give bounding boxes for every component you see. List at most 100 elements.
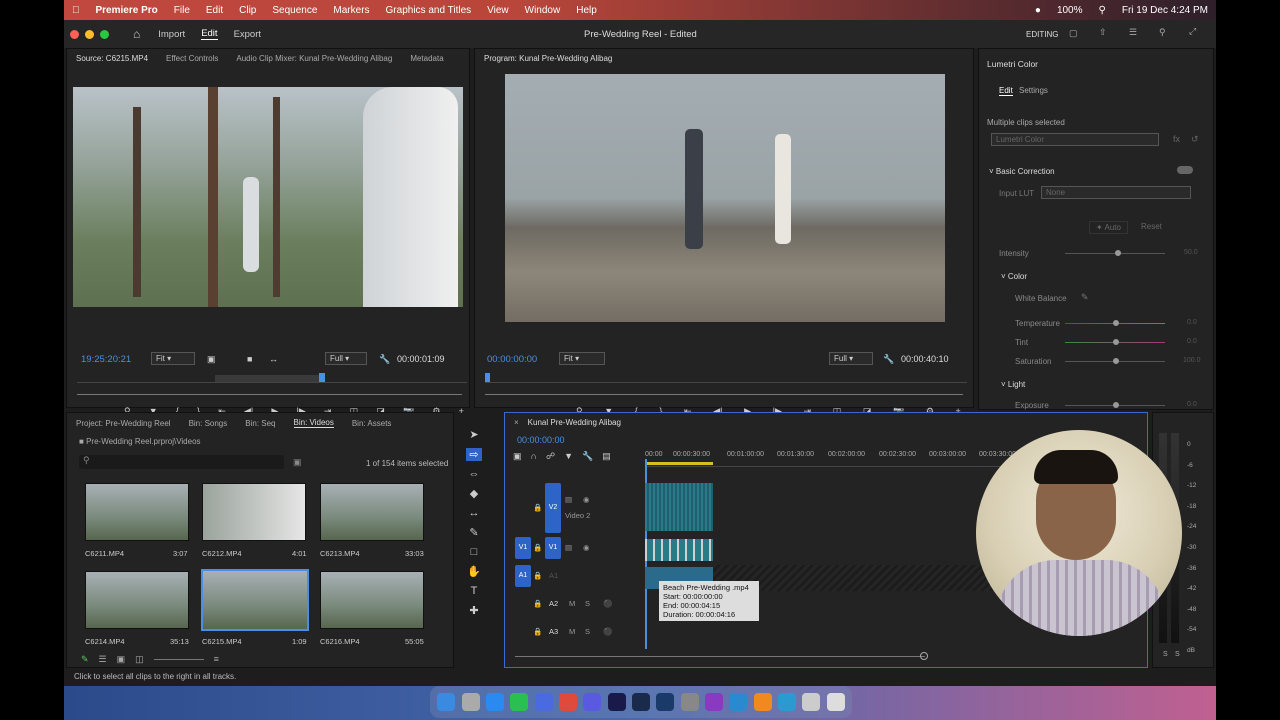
program-fit-dropdown[interactable]: Fit ▾	[559, 352, 605, 365]
tab-program[interactable]: Program: Kunal Pre-Wedding Alibag	[484, 54, 612, 63]
exposure-slider[interactable]	[1065, 402, 1165, 408]
clip-thumbnail[interactable]	[202, 483, 306, 541]
tab-bin-videos[interactable]: Bin: Videos	[293, 418, 334, 428]
wifi-icon[interactable]: ●	[1035, 5, 1041, 16]
close-tab-icon[interactable]: ×	[514, 418, 519, 427]
finder-icon[interactable]	[437, 693, 456, 711]
eyedropper-icon[interactable]: ✎	[1081, 292, 1089, 303]
generative-tool-icon[interactable]: ✚	[469, 604, 478, 617]
search-icon[interactable]: ⚲	[1099, 5, 1106, 16]
type-tool-icon[interactable]: T	[471, 585, 478, 597]
lock-icon[interactable]: 🔒	[533, 503, 542, 512]
mic-icon[interactable]: ⚫	[603, 599, 612, 608]
add-marker-icon[interactable]: ▼	[564, 451, 573, 462]
lightroom-icon[interactable]	[631, 693, 650, 711]
menu-graphics[interactable]: Graphics and Titles	[386, 5, 472, 16]
track-v2-target[interactable]: V2	[545, 483, 561, 533]
menu-edit[interactable]: Edit	[206, 5, 223, 16]
notes-icon[interactable]	[534, 693, 553, 711]
slip-tool-icon[interactable]: ↔	[469, 507, 480, 519]
tab-effect-controls[interactable]: Effect Controls	[166, 54, 218, 63]
tab-bin-assets[interactable]: Bin: Assets	[352, 419, 392, 428]
share-icon[interactable]: ⇧	[1099, 27, 1107, 38]
work-area-bar[interactable]	[645, 462, 713, 465]
saturation-knob[interactable]	[1113, 358, 1119, 364]
lock-icon[interactable]: 🔒	[533, 599, 542, 608]
lumetri-title[interactable]: Lumetri Color	[987, 59, 1038, 69]
zoom-window-icon[interactable]	[100, 29, 109, 39]
tab-sequence[interactable]: Kunal Pre-Wedding Alibag	[528, 418, 621, 427]
tint-value[interactable]: 0.0	[1187, 338, 1197, 345]
temperature-knob[interactable]	[1113, 320, 1119, 326]
sync-lock-icon[interactable]: ▤	[565, 495, 572, 504]
timeline-clip-v1[interactable]	[645, 539, 713, 561]
premiere-pro-icon[interactable]	[607, 693, 626, 711]
menu-clip[interactable]: Clip	[239, 5, 256, 16]
chrome-icon[interactable]	[558, 693, 577, 711]
eye-icon[interactable]: ◉	[583, 543, 590, 552]
tab-import[interactable]: Import	[158, 29, 185, 40]
lumetri-tab-edit[interactable]: Edit	[999, 86, 1013, 96]
source-fit-dropdown[interactable]: Fit ▾	[151, 352, 195, 365]
rectangle-tool-icon[interactable]: □	[471, 546, 478, 558]
source-ruler[interactable]	[77, 373, 467, 383]
search-icon[interactable]: ⚲	[1159, 27, 1166, 38]
tab-edit[interactable]: Edit	[201, 28, 218, 40]
app-icon[interactable]	[777, 693, 796, 711]
tab-bin-songs[interactable]: Bin: Songs	[189, 419, 228, 428]
clip-thumbnail-selected[interactable]	[201, 569, 309, 631]
program-timecode[interactable]: 00:00:00:00	[487, 354, 537, 365]
clip-thumbnail[interactable]	[85, 571, 189, 629]
snap-icon[interactable]: ∩	[531, 451, 537, 462]
downloads-icon[interactable]	[802, 693, 821, 711]
pencil-icon[interactable]: ✎	[81, 654, 89, 665]
ripple-edit-tool-icon[interactable]: ⇔	[469, 468, 480, 480]
lock-icon[interactable]: 🔒	[533, 543, 542, 552]
reset-button[interactable]: Reset	[1141, 222, 1162, 231]
timeline-timecode[interactable]: 00:00:00:00	[517, 435, 565, 445]
freeform-view-icon[interactable]: ◫	[135, 654, 144, 665]
tab-project[interactable]: Project: Pre-Wedding Reel	[76, 419, 171, 428]
home-icon[interactable]: ⌂	[133, 27, 140, 41]
battery-level[interactable]: 100%	[1057, 5, 1083, 16]
apple-icon[interactable]: 	[72, 5, 80, 16]
source-zoom-bar[interactable]	[77, 394, 462, 395]
nest-icon[interactable]: ▣	[513, 451, 522, 462]
app-icon[interactable]	[704, 693, 723, 711]
photoshop-icon[interactable]	[656, 693, 675, 711]
exposure-value[interactable]: 0.0	[1187, 401, 1197, 408]
basic-correction-toggle[interactable]	[1177, 166, 1193, 174]
clip-thumbnail[interactable]	[320, 571, 424, 629]
color-section-header[interactable]: ˅ Color	[1001, 272, 1027, 281]
eye-icon[interactable]: ◉	[583, 495, 590, 504]
list-view-icon[interactable]: ☰	[99, 654, 107, 665]
program-zoom-bar[interactable]	[485, 394, 963, 395]
program-ruler[interactable]	[485, 373, 967, 383]
mic-icon[interactable]: ⚫	[603, 627, 612, 636]
tint-slider[interactable]	[1065, 339, 1165, 345]
mute-button[interactable]: M	[569, 627, 575, 636]
settings-icon[interactable]: ▣	[207, 354, 216, 365]
zoom-app-icon[interactable]	[729, 693, 748, 711]
source-video-frame[interactable]	[73, 87, 463, 307]
wrench-icon[interactable]: 🔧	[883, 354, 894, 365]
thumbnail-zoom-slider[interactable]	[153, 658, 204, 660]
close-window-icon[interactable]	[70, 29, 79, 39]
temperature-slider[interactable]	[1065, 320, 1165, 326]
tab-metadata[interactable]: Metadata	[410, 54, 443, 63]
workspace-label[interactable]: EDITING	[1026, 30, 1058, 39]
tab-export[interactable]: Export	[234, 29, 261, 40]
vlc-icon[interactable]	[753, 693, 772, 711]
intensity-slider[interactable]	[1065, 250, 1165, 256]
tint-knob[interactable]	[1113, 339, 1119, 345]
clip-thumbnail[interactable]	[320, 483, 424, 541]
reset-icon[interactable]: ↺	[1191, 134, 1199, 145]
menu-markers[interactable]: Markers	[333, 5, 369, 16]
light-section-header[interactable]: ˅ Light	[1001, 380, 1025, 389]
program-quality-dropdown[interactable]: Full ▾	[829, 352, 873, 365]
settings-app-icon[interactable]	[680, 693, 699, 711]
source-quality-dropdown[interactable]: Full ▾	[325, 352, 367, 365]
track-select-tool-icon[interactable]: ⇨	[466, 448, 482, 461]
linked-selection-icon[interactable]: ☍	[546, 451, 555, 462]
new-search-bin-icon[interactable]: ▣	[293, 457, 302, 468]
